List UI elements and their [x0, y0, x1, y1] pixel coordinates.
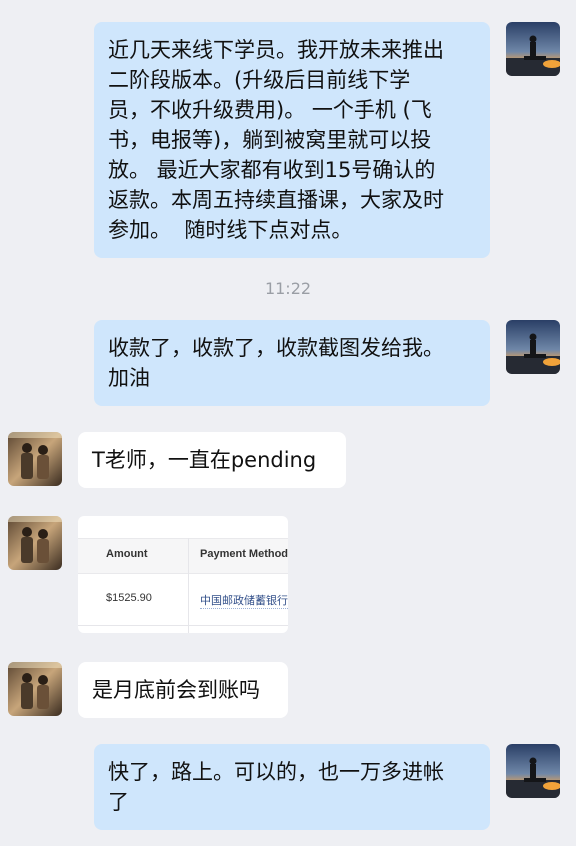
message-line: 放。 最近大家都有收到15号确认的: [108, 158, 436, 182]
message-bubble-outgoing[interactable]: 收款了，收款了，收款截图发给我。 加油: [94, 320, 490, 406]
message-line: 返款。本周五持续直播课，大家及时: [108, 188, 444, 212]
message-bubble-incoming[interactable]: 是月底前会到账吗: [78, 662, 288, 718]
payment-screenshot-image[interactable]: Amount Payment Method $1525.90 中国邮政储蓄银行: [78, 516, 288, 633]
message-line: 书，电报等)，躺到被窝里就可以投: [108, 128, 432, 152]
message-line: 近几天来线下学员。我开放未来推出: [108, 38, 444, 62]
message-text: T老师，一直在pending: [92, 448, 317, 472]
payment-method-header: Payment Method: [200, 548, 288, 560]
message-line: 快了，路上。可以的，也一万多进帐: [108, 760, 444, 784]
message-bubble-outgoing[interactable]: 近几天来线下学员。我开放未来推出 二阶段版本。(升级后目前线下学 员，不收升级费…: [94, 22, 490, 258]
message-line: 参加。 随时线下点对点。: [108, 218, 353, 242]
message-line: 收款了，收款了，收款截图发给我。: [108, 336, 444, 360]
contact-avatar[interactable]: [8, 432, 62, 486]
amount-header: Amount: [106, 548, 148, 560]
message-bubble-outgoing[interactable]: 快了，路上。可以的，也一万多进帐 了: [94, 744, 490, 830]
self-avatar[interactable]: [506, 22, 560, 76]
self-avatar[interactable]: [506, 744, 560, 798]
table-divider: [188, 538, 189, 633]
self-avatar[interactable]: [506, 320, 560, 374]
table-divider: [78, 625, 288, 626]
message-line: 了: [108, 790, 129, 814]
message-line: 加油: [108, 366, 150, 390]
message-text: 是月底前会到账吗: [92, 678, 260, 702]
message-line: 员，不收升级费用)。 一个手机 (飞: [108, 98, 432, 122]
message-line: 二阶段版本。(升级后目前线下学: [108, 68, 411, 92]
payment-method-value: 中国邮政储蓄银行: [200, 592, 288, 609]
contact-avatar[interactable]: [8, 516, 62, 570]
message-bubble-incoming[interactable]: T老师，一直在pending: [78, 432, 346, 488]
amount-value: $1525.90: [106, 592, 152, 604]
contact-avatar[interactable]: [8, 662, 62, 716]
message-timestamp: 11:22: [264, 279, 312, 298]
